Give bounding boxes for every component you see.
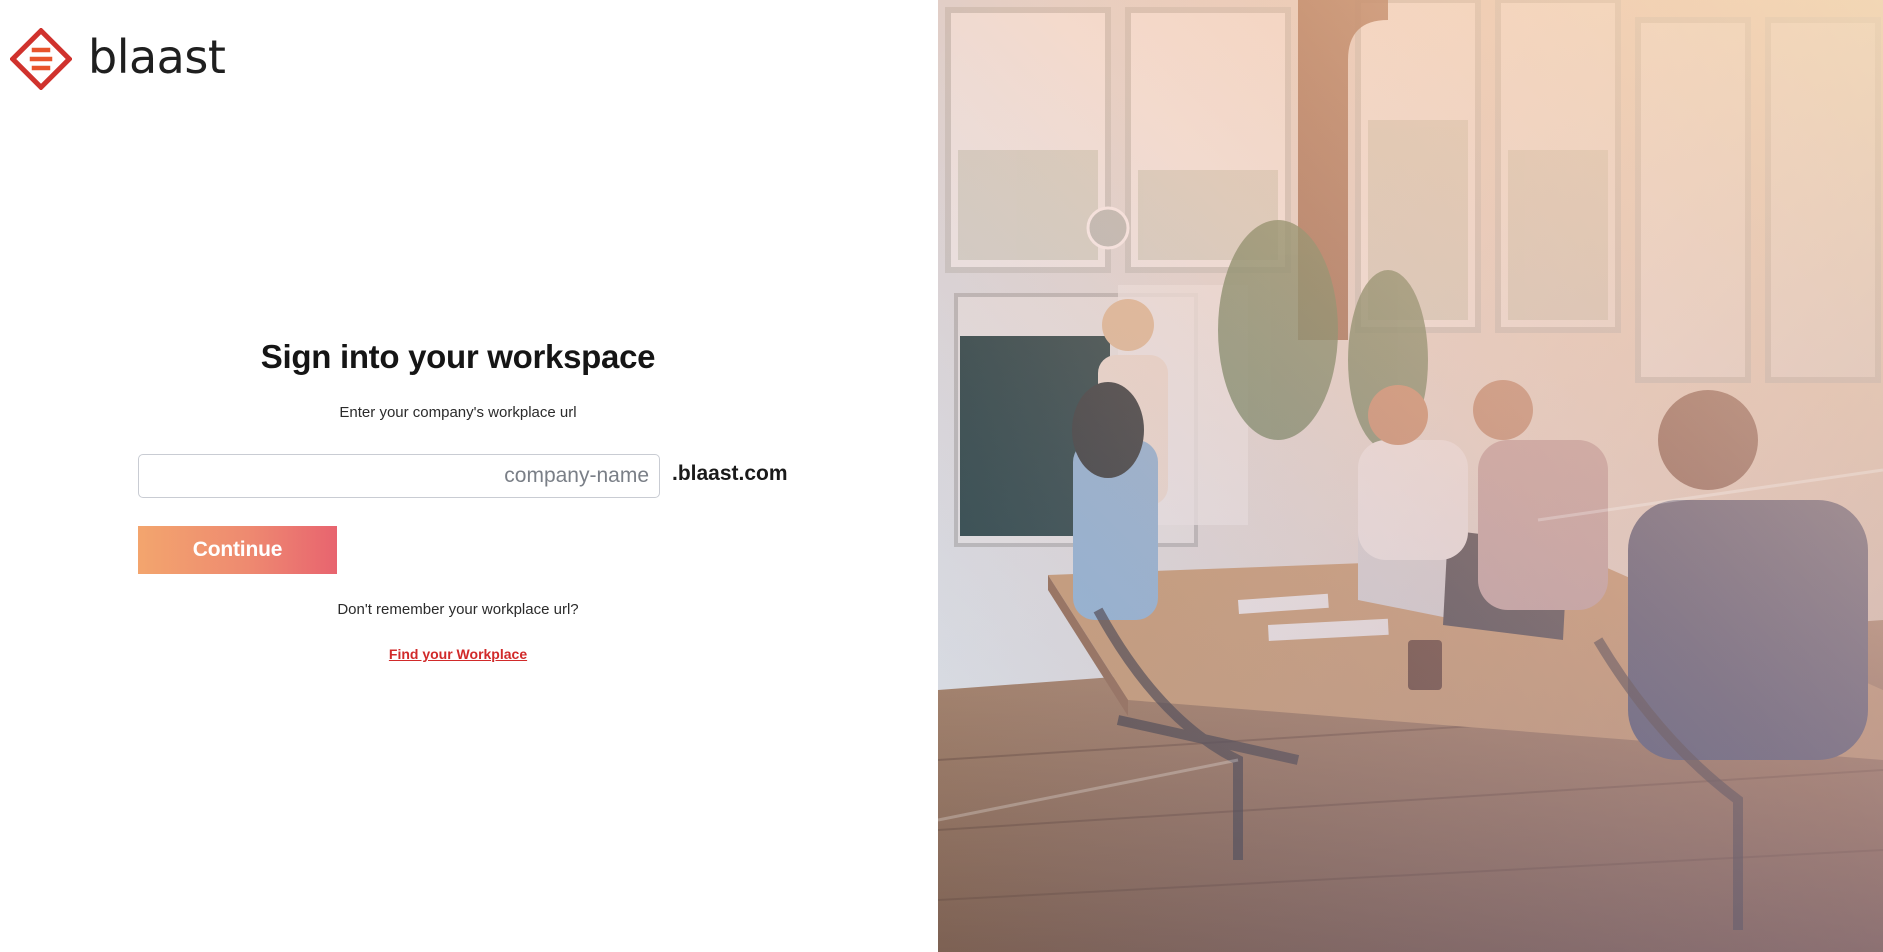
forgot-url-text: Don't remember your workplace url? bbox=[337, 601, 579, 618]
office-meeting-photo bbox=[938, 0, 1883, 952]
page-title: Sign into your workspace bbox=[260, 338, 656, 375]
brand-logo[interactable]: blaast bbox=[10, 28, 226, 90]
signin-page: blaast Sign into your workspace Enter yo… bbox=[0, 0, 1883, 952]
url-suffix: .blaast.com bbox=[672, 462, 788, 485]
find-workplace-link[interactable]: Find your Workplace bbox=[138, 646, 778, 662]
signin-subtitle: Enter your company's workplace url bbox=[339, 404, 577, 421]
signin-panel: blaast Sign into your workspace Enter yo… bbox=[0, 0, 938, 952]
brand-wordmark: blaast bbox=[88, 30, 226, 84]
workspace-url-input[interactable] bbox=[138, 454, 660, 498]
continue-button[interactable]: Continue bbox=[138, 526, 337, 574]
workspace-url-row: .blaast.com bbox=[138, 454, 858, 500]
blaast-diamond-logo-icon bbox=[10, 28, 72, 90]
